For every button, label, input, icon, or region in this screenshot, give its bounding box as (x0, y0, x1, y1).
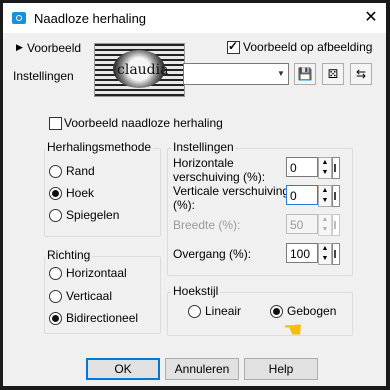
radio-bidirectioneel[interactable] (49, 312, 62, 325)
settings-group-title: Instellingen (171, 140, 236, 154)
radio-rand[interactable] (49, 165, 62, 178)
corner-style-title: Hoekstijl (171, 284, 221, 298)
transition-field[interactable]: 100 (286, 243, 318, 263)
radio-verticaal-label: Verticaal (66, 289, 113, 303)
preview-on-image-label: Voorbeeld op afbeelding (243, 40, 373, 54)
v-offset-label: Verticale verschuiving (%): (173, 184, 290, 212)
radio-spiegelen-label: Spiegelen (66, 208, 120, 222)
radio-horizontaal[interactable] (49, 267, 62, 280)
radio-lineair-label: Lineair (205, 304, 242, 318)
window-title: Naadloze herhaling (34, 11, 147, 26)
h-offset-label: Horizontale verschuiving (%): (173, 156, 266, 184)
radio-gebogen-label: Gebogen (287, 304, 337, 318)
pointing-hand-icon: ☚ (283, 317, 303, 342)
reset-icon[interactable]: ⇆ (350, 63, 372, 85)
radio-hoek[interactable] (49, 187, 62, 200)
v-offset-slider[interactable] (332, 185, 340, 207)
ok-button[interactable]: OK (86, 358, 160, 380)
settings-label: Instellingen (13, 69, 74, 83)
preview-thumbnail: claudia (94, 43, 185, 97)
help-button[interactable]: Help (244, 358, 318, 380)
radio-hoek-label: Hoek (66, 186, 95, 200)
radio-verticaal[interactable] (49, 290, 62, 303)
dialog-window: Naadloze herhaling ✕ ▶ Voorbeeld Voorbee… (3, 3, 386, 386)
transition-value: 100 (290, 247, 311, 261)
preview-on-image-checkbox[interactable] (227, 39, 240, 54)
seamless-preview-label: Voorbeeld naadloze herhaling (64, 116, 223, 130)
v-offset-value: 0 (290, 189, 297, 203)
preview-toggle[interactable]: Voorbeeld (27, 41, 81, 55)
cancel-button[interactable]: Annuleren (165, 358, 239, 380)
app-icon (12, 12, 26, 24)
radio-bidirectioneel-label: Bidirectioneel (66, 311, 139, 325)
h-offset-value: 0 (290, 161, 297, 175)
radio-gebogen[interactable] (270, 305, 283, 318)
width-arrows: ▲ ▼ (318, 214, 332, 236)
transition-label: Overgang (%): (173, 247, 252, 261)
v-offset-field[interactable]: 0 (286, 185, 318, 205)
radio-rand-label: Rand (66, 164, 95, 178)
randomize-dice-icon[interactable]: ⚄ (322, 63, 344, 85)
transition-slider[interactable] (332, 243, 340, 265)
radio-lineair[interactable] (188, 305, 201, 318)
width-slider (332, 214, 340, 236)
expand-triangle-icon[interactable]: ▶ (16, 42, 23, 53)
h-offset-arrows[interactable]: ▲ ▼ (318, 157, 332, 179)
preview-logo: claudia (117, 62, 169, 78)
close-icon[interactable]: ✕ (362, 9, 380, 27)
seamless-preview-checkbox[interactable] (49, 117, 62, 130)
width-label: Breedte (%): (173, 218, 241, 232)
h-offset-field[interactable]: 0 (286, 157, 318, 177)
radio-spiegelen[interactable] (49, 209, 62, 222)
radio-horizontaal-label: Horizontaal (66, 266, 127, 280)
save-preset-icon[interactable]: 💾 (294, 63, 316, 85)
repeat-method-title: Herhalingsmethode (45, 140, 154, 154)
chevron-down-icon[interactable]: ▼ (274, 64, 288, 84)
settings-preset-combo[interactable]: ▼ (183, 63, 289, 85)
transition-arrows[interactable]: ▲ ▼ (318, 243, 332, 265)
h-offset-slider[interactable] (332, 157, 340, 179)
direction-title: Richting (45, 248, 93, 262)
width-value: 50 (290, 218, 304, 232)
v-offset-arrows[interactable]: ▲ ▼ (318, 185, 332, 207)
width-field: 50 (286, 214, 318, 234)
title-bar: Naadloze herhaling ✕ (3, 3, 386, 33)
